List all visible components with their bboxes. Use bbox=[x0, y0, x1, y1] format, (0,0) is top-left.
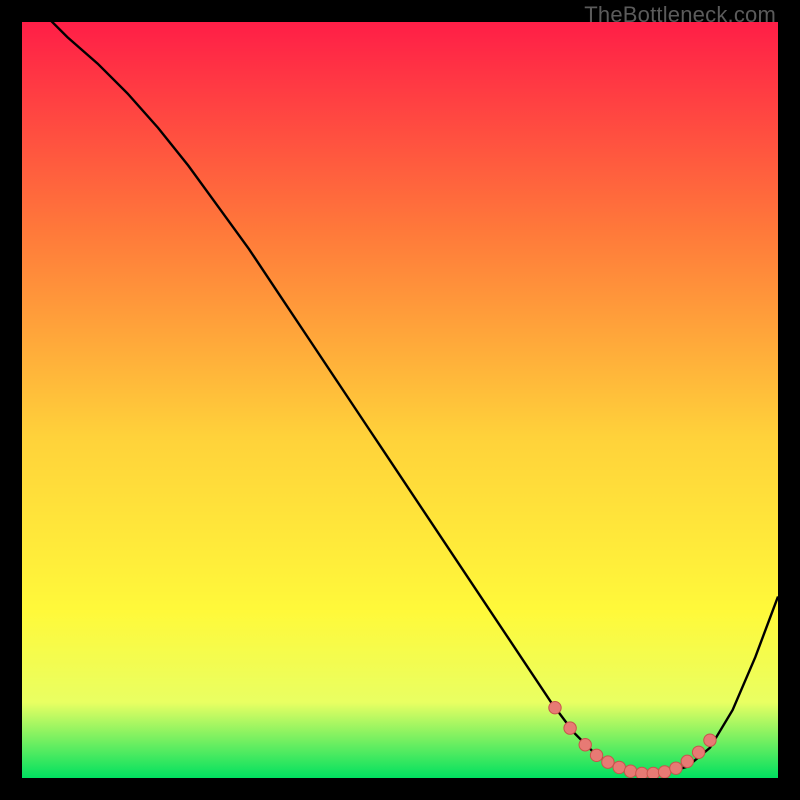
chart-frame bbox=[22, 22, 778, 778]
marker-point bbox=[692, 746, 704, 758]
marker-point bbox=[624, 765, 636, 777]
marker-point bbox=[704, 734, 716, 746]
marker-point bbox=[647, 767, 659, 778]
marker-point bbox=[681, 755, 693, 767]
marker-point bbox=[564, 722, 576, 734]
marker-point bbox=[613, 761, 625, 773]
marker-point bbox=[602, 756, 614, 768]
marker-point bbox=[670, 762, 682, 774]
marker-point bbox=[636, 767, 648, 778]
marker-point bbox=[579, 739, 591, 751]
marker-point bbox=[590, 749, 602, 761]
bottleneck-chart bbox=[22, 22, 778, 778]
marker-point bbox=[658, 766, 670, 778]
watermark-text: TheBottleneck.com bbox=[584, 2, 776, 28]
marker-point bbox=[549, 701, 561, 713]
gradient-background bbox=[22, 22, 778, 778]
